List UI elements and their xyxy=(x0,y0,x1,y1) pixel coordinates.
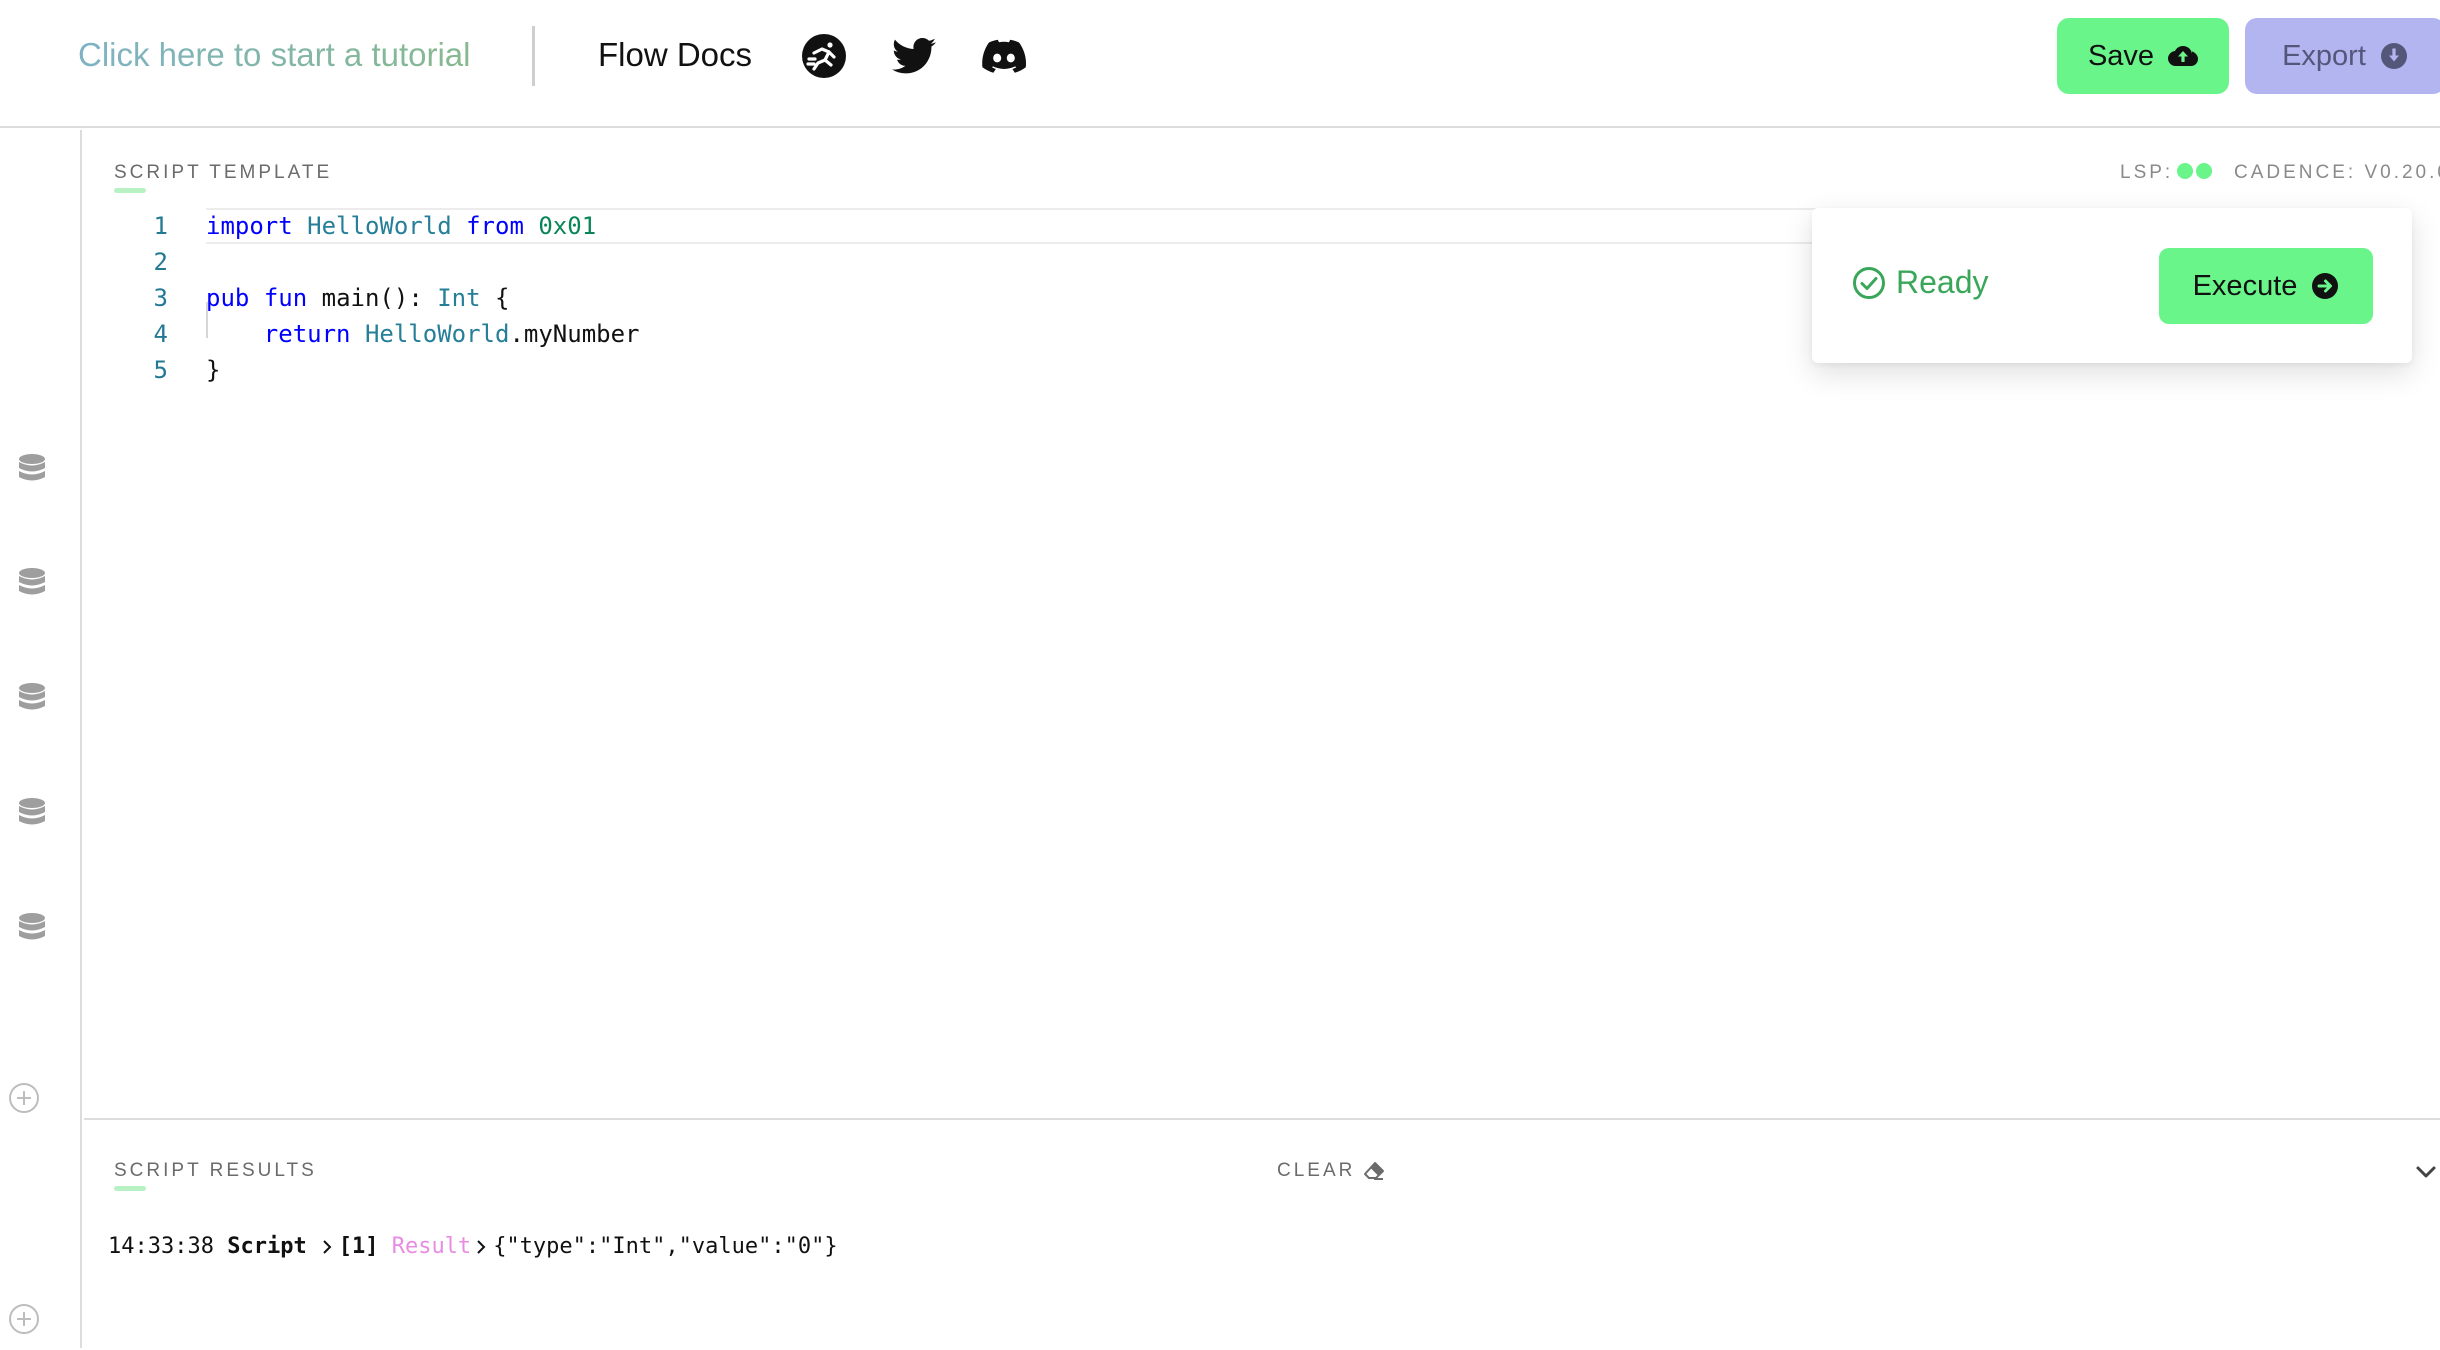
code-line[interactable]: 5} xyxy=(84,352,2084,388)
chevron-right-icon xyxy=(477,1239,486,1254)
discord-icon[interactable] xyxy=(980,32,1028,80)
download-circle-icon xyxy=(2380,43,2407,69)
cloud-upload-icon xyxy=(2168,46,2199,66)
line-text: pub fun main(): Int { xyxy=(206,280,509,316)
execute-button[interactable]: Execute xyxy=(2159,248,2373,324)
code-token: { xyxy=(480,284,510,312)
result-kind: Script xyxy=(227,1234,307,1259)
indent-guide xyxy=(206,302,208,338)
code-token: HelloWorld xyxy=(307,212,452,240)
line-text: import HelloWorld from 0x01 xyxy=(206,208,596,244)
save-label: Save xyxy=(2087,39,2155,72)
line-number: 3 xyxy=(153,284,168,312)
line-text: } xyxy=(206,352,220,388)
plus-circle-icon[interactable] xyxy=(8,1082,40,1114)
eraser-icon xyxy=(1364,1162,1385,1180)
result-value: {"type":"Int","value":"0"} xyxy=(493,1234,838,1259)
execute-label: Execute xyxy=(2192,269,2298,302)
line-number: 5 xyxy=(153,356,168,384)
clear-label: CLEAR xyxy=(1277,1160,1356,1181)
line-number: 2 xyxy=(153,248,168,276)
sidebar xyxy=(0,130,82,1348)
flow-docs-link[interactable]: Flow Docs xyxy=(598,36,752,74)
code-line[interactable]: 4 return HelloWorld.myNumber xyxy=(84,316,2084,352)
plus-circle-icon[interactable] xyxy=(8,1303,40,1335)
database-icon[interactable] xyxy=(16,567,48,601)
code-token: import xyxy=(206,212,293,240)
code-token: Int xyxy=(437,284,481,312)
chevron-right-icon xyxy=(322,1239,332,1254)
database-icon[interactable] xyxy=(16,797,48,831)
export-label: Export xyxy=(2282,39,2366,72)
cadence-version: CADENCE: V0.20.0 xyxy=(2234,162,2440,183)
export-button[interactable]: Export xyxy=(2245,18,2440,94)
lsp-status-dot xyxy=(2177,163,2193,179)
label-underline xyxy=(114,1186,146,1191)
header-divider xyxy=(532,26,535,86)
tutorial-link[interactable]: Click here to start a tutorial xyxy=(78,36,471,74)
clear-button[interactable]: CLEAR xyxy=(1277,1160,1385,1182)
code-line[interactable]: 1 import HelloWorld from 0x01 xyxy=(84,208,2084,244)
code-token: HelloWorld xyxy=(364,320,510,348)
database-icon[interactable] xyxy=(16,912,48,946)
code-token: 0x01 xyxy=(538,212,597,240)
line-number: 1 xyxy=(153,212,168,240)
line-number: 4 xyxy=(153,320,168,348)
check-circle-icon xyxy=(1853,267,1885,299)
chevron-down-icon[interactable] xyxy=(2412,1158,2440,1186)
save-button[interactable]: Save xyxy=(2057,18,2229,94)
code-token: fun xyxy=(263,284,308,312)
result-label: Result xyxy=(391,1234,472,1259)
line-text: return HelloWorld.myNumber xyxy=(206,316,640,352)
execute-panel: Ready Execute xyxy=(1812,208,2412,363)
database-icon[interactable] xyxy=(16,682,48,716)
code-token: .myNumber xyxy=(509,320,640,348)
result-index: [1] xyxy=(338,1234,379,1259)
script-results-panel: SCRIPT RESULTS CLEAR 14:33:38 Script [1]… xyxy=(84,1118,2440,1350)
code-token: main(): xyxy=(307,284,438,312)
code-token: } xyxy=(206,356,221,384)
script-template-label: SCRIPT TEMPLATE xyxy=(114,162,333,183)
code-token: from xyxy=(466,212,524,240)
result-time: 14:33:38 xyxy=(108,1234,214,1259)
top-header: Click here to start a tutorial Flow Docs… xyxy=(0,0,2440,128)
lsp-label: LSP: xyxy=(2120,162,2174,183)
label-underline xyxy=(114,188,146,193)
twitter-icon[interactable] xyxy=(890,32,938,80)
lsp-status-dot xyxy=(2196,163,2212,179)
arrow-right-circle-icon xyxy=(2312,273,2339,299)
status-text: Ready xyxy=(1896,264,1989,300)
code-line[interactable]: 3 pub fun main(): Int { xyxy=(84,280,2084,316)
result-entry: 14:33:38 Script [1] Result {"type":"Int"… xyxy=(108,1234,838,1259)
flow-runner-icon[interactable] xyxy=(800,32,848,80)
code-token: return xyxy=(263,320,351,348)
database-icon[interactable] xyxy=(16,453,48,487)
code-line[interactable]: 2 xyxy=(84,244,2084,280)
code-token: pub xyxy=(206,284,250,312)
script-results-label: SCRIPT RESULTS xyxy=(114,1160,317,1181)
